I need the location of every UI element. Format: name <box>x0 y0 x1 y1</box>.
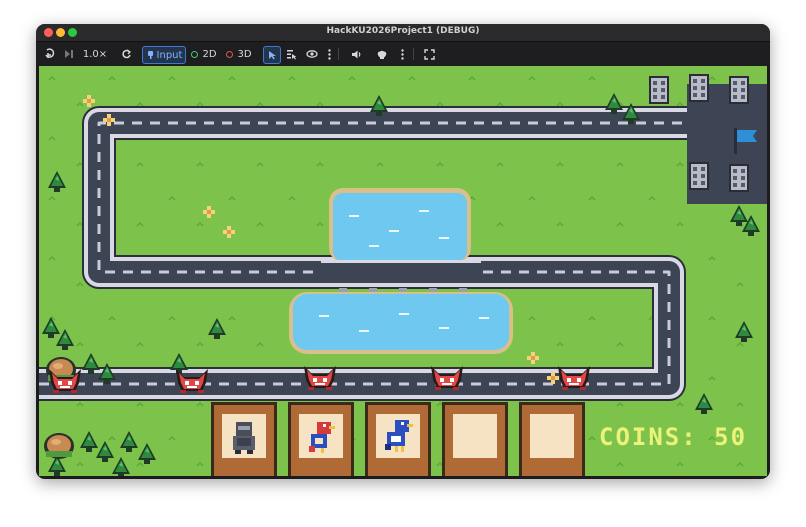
input-toggle-button[interactable]: Input <box>142 46 186 64</box>
select-cursor-icon[interactable] <box>263 46 281 64</box>
mode-3d-label: 3D <box>237 48 252 60</box>
coins-label: COINS: <box>599 423 698 451</box>
speaker-icon[interactable] <box>350 46 364 62</box>
lower-pond <box>289 292 513 354</box>
debug-toolbar: 1.0× Input 2D 3D <box>36 42 770 66</box>
speed-selector[interactable]: 1.0× <box>82 46 108 62</box>
coins-value: 50 <box>714 423 748 451</box>
camera-options-icon[interactable] <box>398 46 406 62</box>
game-viewport[interactable]: COINS: 50 <box>39 66 767 476</box>
visibility-eye-icon[interactable] <box>305 46 319 62</box>
unit-slot-3 <box>365 402 431 476</box>
step-frame-icon[interactable] <box>62 46 76 62</box>
input-toggle-label: Input <box>156 49 183 61</box>
game-window: HackKU2026Project1 (DEBUG) 1.0× Input 2D… <box>36 24 770 479</box>
3d-dot-icon <box>226 50 234 58</box>
coins-counter: COINS: 50 <box>599 423 747 451</box>
mode-2d-button[interactable]: 2D <box>190 46 218 62</box>
reset-speed-icon[interactable] <box>119 46 133 62</box>
camera-override-icon[interactable] <box>375 46 389 62</box>
more-options-icon[interactable] <box>325 46 333 62</box>
knight-unit-icon <box>233 422 255 454</box>
bush <box>44 433 74 459</box>
window-title: HackKU2026Project1 (DEBUG) <box>326 26 480 36</box>
2d-dot-icon <box>191 50 199 58</box>
pause-icon[interactable] <box>42 46 58 62</box>
upper-pond <box>329 188 471 262</box>
mode-3d-button[interactable]: 3D <box>225 46 253 62</box>
mode-2d-label: 2D <box>202 48 217 60</box>
game-scene <box>39 66 767 476</box>
list-select-icon[interactable] <box>284 46 298 62</box>
unit-slot-4-empty <box>442 402 508 476</box>
title-bar: HackKU2026Project1 (DEBUG) <box>36 24 770 42</box>
fullscreen-icon[interactable] <box>422 46 436 62</box>
unit-slot-2 <box>288 402 354 476</box>
unit-slot-1 <box>211 402 277 476</box>
unit-slot-5-empty <box>519 402 585 476</box>
